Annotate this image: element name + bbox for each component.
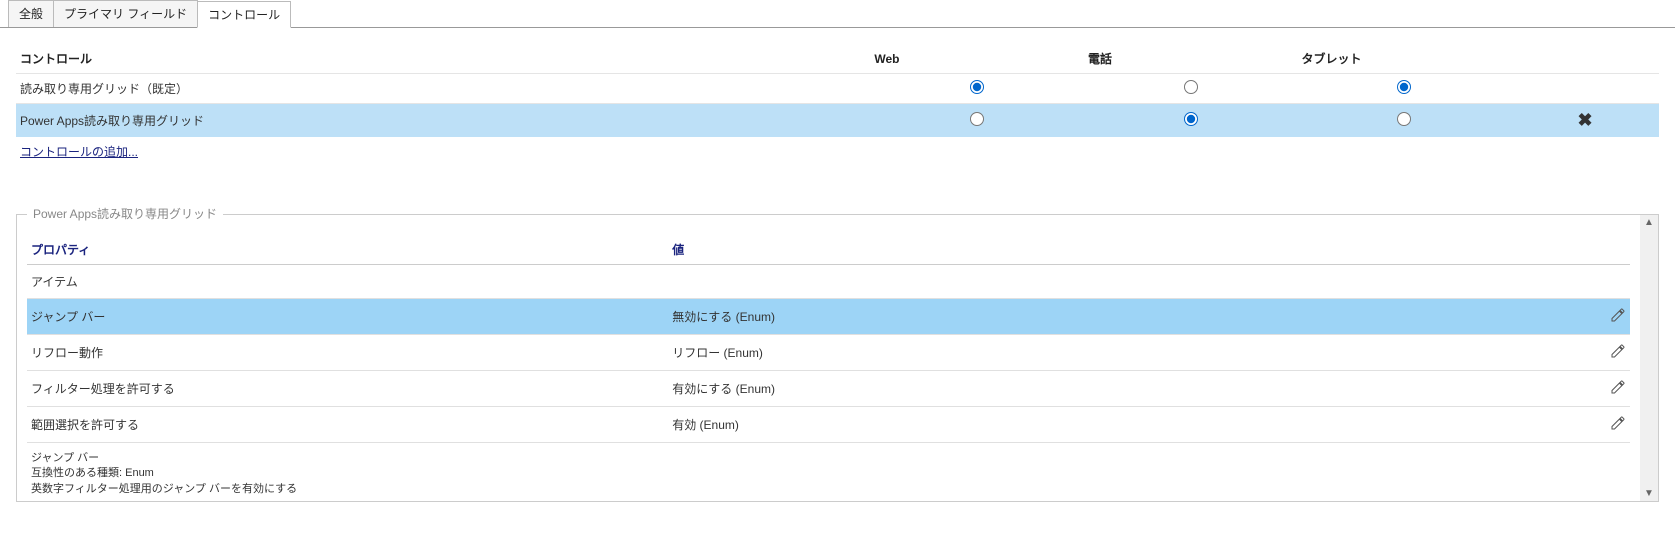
panel-legend: Power Apps読み取り専用グリッド xyxy=(27,205,223,222)
control-name: Power Apps読み取り専用グリッド xyxy=(16,104,870,138)
control-name: 読み取り専用グリッド（既定） xyxy=(16,74,870,104)
close-icon[interactable]: ✖ xyxy=(1578,110,1593,130)
radio-web[interactable] xyxy=(970,112,984,126)
property-row[interactable]: フィルター処理を許可する有効にする (Enum) xyxy=(27,371,1630,407)
controls-table: コントロール Web 電話 タブレット 読み取り専用グリッド（既定）Power … xyxy=(16,44,1659,137)
property-name: アイテム xyxy=(27,265,668,299)
add-control-link[interactable]: コントロールの追加... xyxy=(16,137,142,166)
radio-cell-phone xyxy=(1084,104,1298,138)
scroll-down-icon[interactable]: ▼ xyxy=(1644,488,1654,499)
tab-bar: 全般プライマリ フィールドコントロール xyxy=(0,0,1675,28)
scrollbar[interactable]: ▲ ▼ xyxy=(1640,215,1658,501)
radio-cell-web xyxy=(870,74,1084,104)
tab-0[interactable]: 全般 xyxy=(8,0,54,27)
property-value: リフロー (Enum) xyxy=(668,335,1502,371)
property-panel: Power Apps読み取り専用グリッド プロパティ 値 アイテムジャンプ バー… xyxy=(16,214,1659,502)
properties-tbody: アイテムジャンプ バー無効にする (Enum)リフロー動作リフロー (Enum)… xyxy=(27,265,1630,443)
property-row[interactable]: ジャンプ バー無効にする (Enum) xyxy=(27,299,1630,335)
property-row[interactable]: 範囲選択を許可する有効 (Enum) xyxy=(27,407,1630,443)
pencil-icon[interactable] xyxy=(1610,379,1626,395)
radio-tablet[interactable] xyxy=(1397,80,1411,94)
col-phone: 電話 xyxy=(1084,44,1298,74)
radio-phone[interactable] xyxy=(1184,80,1198,94)
control-row[interactable]: 読み取り専用グリッド（既定） xyxy=(16,74,1659,104)
footer-title: ジャンプ バー xyxy=(31,451,1626,466)
property-value: 無効にする (Enum) xyxy=(668,299,1502,335)
edit-cell xyxy=(1502,371,1630,407)
property-row[interactable]: リフロー動作リフロー (Enum) xyxy=(27,335,1630,371)
delete-cell xyxy=(1511,74,1659,104)
control-row[interactable]: Power Apps読み取り専用グリッド ✖ xyxy=(16,104,1659,138)
pencil-icon[interactable] xyxy=(1610,307,1626,323)
property-name: フィルター処理を許可する xyxy=(27,371,668,407)
radio-cell-tablet xyxy=(1298,104,1512,138)
radio-web[interactable] xyxy=(970,80,984,94)
footer-type: 互換性のある種類: Enum xyxy=(31,466,1626,481)
scroll-up-icon[interactable]: ▲ xyxy=(1644,217,1654,228)
col-edit xyxy=(1502,235,1630,265)
col-web: Web xyxy=(870,44,1084,74)
pencil-icon[interactable] xyxy=(1610,415,1626,431)
property-value: 有効 (Enum) xyxy=(668,407,1502,443)
properties-table: プロパティ 値 アイテムジャンプ バー無効にする (Enum)リフロー動作リフロ… xyxy=(27,235,1630,443)
property-description: ジャンプ バー 互換性のある種類: Enum 英数字フィルター処理用のジャンプ … xyxy=(27,443,1630,497)
tab-2[interactable]: コントロール xyxy=(197,1,291,28)
controls-section: コントロール Web 電話 タブレット 読み取り専用グリッド（既定）Power … xyxy=(0,28,1675,174)
col-tablet: タブレット xyxy=(1298,44,1512,74)
controls-tbody: 読み取り専用グリッド（既定）Power Apps読み取り専用グリッド ✖ xyxy=(16,74,1659,138)
property-row[interactable]: アイテム xyxy=(27,265,1630,299)
radio-cell-tablet xyxy=(1298,74,1512,104)
edit-cell xyxy=(1502,299,1630,335)
delete-cell: ✖ xyxy=(1511,104,1659,138)
pencil-icon[interactable] xyxy=(1610,343,1626,359)
col-value: 値 xyxy=(668,235,1502,265)
property-value: 有効にする (Enum) xyxy=(668,371,1502,407)
edit-cell xyxy=(1502,265,1630,299)
footer-desc: 英数字フィルター処理用のジャンプ バーを有効にする xyxy=(31,482,1626,497)
radio-cell-web xyxy=(870,104,1084,138)
col-control: コントロール xyxy=(16,44,870,74)
tab-1[interactable]: プライマリ フィールド xyxy=(53,0,198,27)
radio-cell-phone xyxy=(1084,74,1298,104)
col-delete xyxy=(1511,44,1659,74)
edit-cell xyxy=(1502,335,1630,371)
col-property: プロパティ xyxy=(27,235,668,265)
edit-cell xyxy=(1502,407,1630,443)
radio-phone[interactable] xyxy=(1184,112,1198,126)
property-value xyxy=(668,265,1502,299)
property-name: ジャンプ バー xyxy=(27,299,668,335)
radio-tablet[interactable] xyxy=(1397,112,1411,126)
property-name: リフロー動作 xyxy=(27,335,668,371)
property-name: 範囲選択を許可する xyxy=(27,407,668,443)
